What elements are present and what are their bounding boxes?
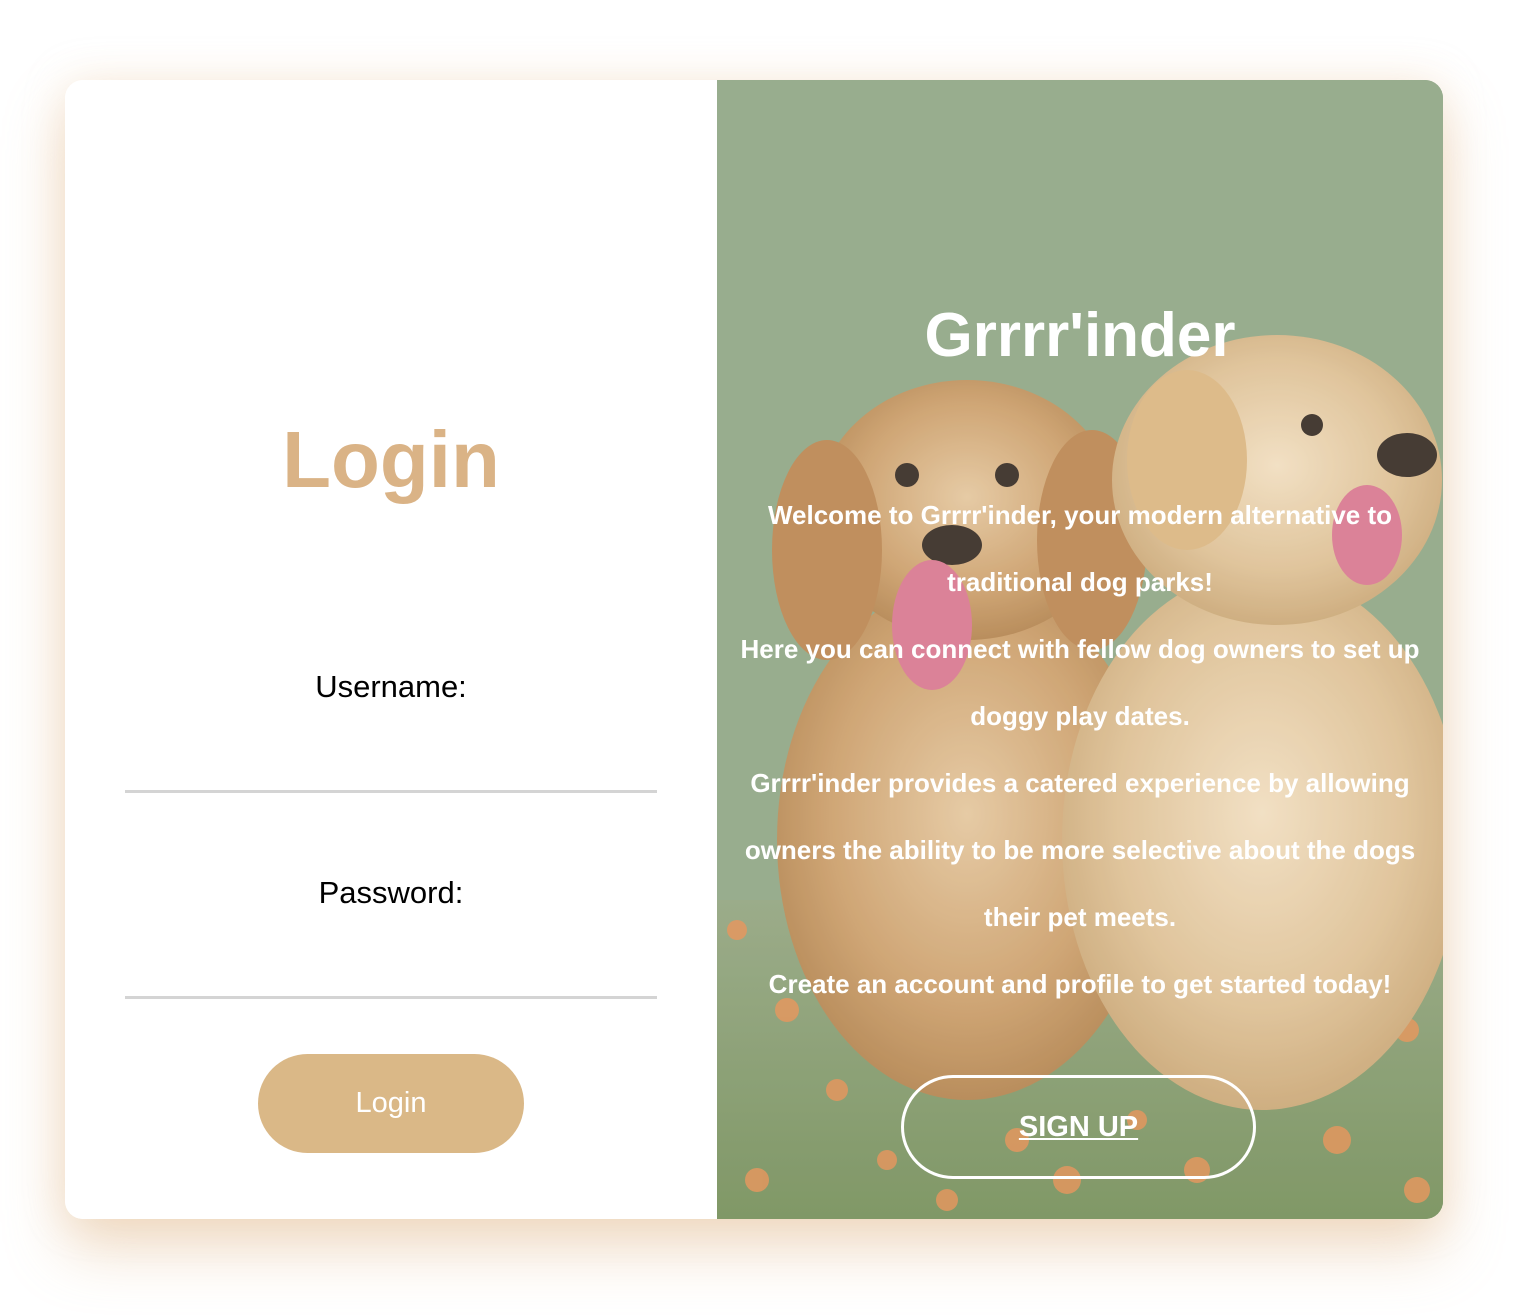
welcome-paragraph: Grrrr'inder provides a catered experienc… <box>744 768 1416 932</box>
signup-button[interactable]: SIGN UP <box>901 1075 1256 1179</box>
login-button[interactable]: Login <box>258 1054 524 1153</box>
signup-panel: Grrrr'inder Welcome to Grrrr'inder, your… <box>717 80 1443 1219</box>
login-title: Login <box>282 415 500 504</box>
login-panel: Login Username: Password: Login <box>65 80 717 1219</box>
password-label: Password: <box>318 875 464 910</box>
password-input[interactable] <box>125 955 657 999</box>
username-label: Username: <box>315 669 467 704</box>
welcome-paragraph: Create an account and profile to get sta… <box>768 969 1392 999</box>
welcome-text: Welcome to Grrrr'inder, your modern alte… <box>717 482 1443 1018</box>
username-input[interactable] <box>125 749 657 793</box>
login-card: Login Username: Password: Login Grrrr'in… <box>65 80 1443 1219</box>
welcome-paragraph: Welcome to Grrrr'inder, your modern alte… <box>767 500 1393 597</box>
brand-title: Grrrr'inder <box>924 301 1236 370</box>
welcome-paragraph: Here you can connect with fellow dog own… <box>740 634 1420 731</box>
